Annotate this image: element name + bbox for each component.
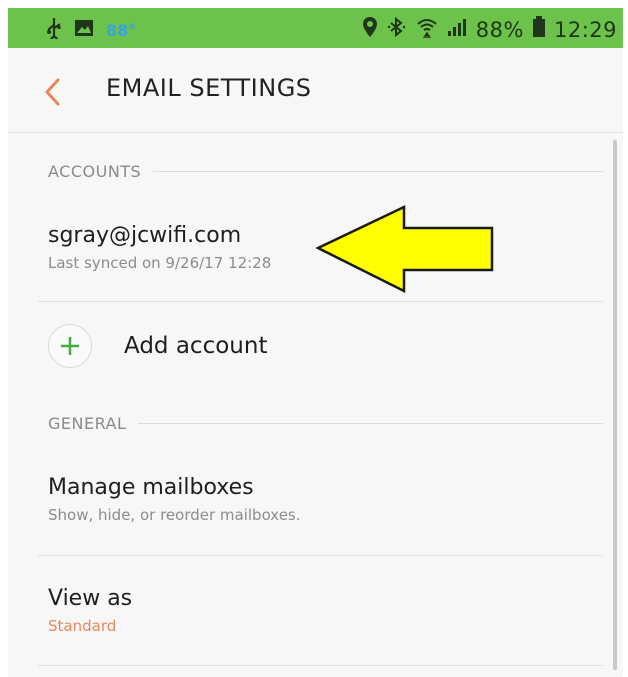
email-settings-screen: EMAIL SETTINGS ACCOUNTS sgray@jcwifi.com… bbox=[8, 48, 623, 677]
yellow-arrow-annotation bbox=[316, 205, 494, 293]
temperature-text: 88° bbox=[106, 20, 137, 40]
back-button[interactable] bbox=[38, 74, 68, 110]
page-title: EMAIL SETTINGS bbox=[106, 74, 312, 102]
image-icon bbox=[74, 19, 94, 41]
general-section-header: GENERAL bbox=[48, 414, 603, 433]
divider bbox=[38, 665, 603, 666]
divider bbox=[38, 301, 603, 302]
app-header: EMAIL SETTINGS bbox=[8, 48, 623, 133]
status-right-icons: 88% 12:29 bbox=[362, 16, 617, 43]
view-as-title: View as bbox=[48, 586, 133, 611]
status-bar: 88° 88% 12:29 bbox=[8, 8, 623, 48]
manage-mailboxes-title: Manage mailboxes bbox=[48, 475, 254, 500]
signal-icon bbox=[446, 17, 468, 42]
section-divider-line bbox=[153, 171, 603, 172]
divider bbox=[38, 555, 603, 556]
battery-percent-text: 88% bbox=[475, 17, 524, 42]
scrollbar[interactable] bbox=[613, 140, 617, 670]
bluetooth-icon bbox=[386, 16, 408, 43]
plus-circle-icon bbox=[48, 324, 92, 368]
location-icon bbox=[362, 16, 378, 43]
status-left-icons: 88° bbox=[46, 17, 137, 45]
view-as-row[interactable]: View as Standard bbox=[48, 586, 603, 635]
add-account-label: Add account bbox=[124, 333, 268, 359]
battery-icon bbox=[532, 16, 546, 43]
manage-mailboxes-row[interactable]: Manage mailboxes Show, hide, or reorder … bbox=[48, 475, 603, 524]
manage-mailboxes-subtitle: Show, hide, or reorder mailboxes. bbox=[48, 506, 301, 524]
add-account-button[interactable]: Add account bbox=[48, 324, 267, 368]
chevron-left-icon bbox=[45, 78, 60, 106]
general-section-label: GENERAL bbox=[48, 414, 127, 433]
section-divider-line bbox=[138, 423, 603, 424]
usb-icon bbox=[46, 17, 62, 45]
accounts-section-header: ACCOUNTS bbox=[48, 162, 603, 181]
view-as-value: Standard bbox=[48, 617, 117, 635]
clock-text: 12:29 bbox=[553, 17, 617, 42]
wifi-icon bbox=[416, 16, 438, 43]
accounts-section-label: ACCOUNTS bbox=[48, 162, 142, 181]
